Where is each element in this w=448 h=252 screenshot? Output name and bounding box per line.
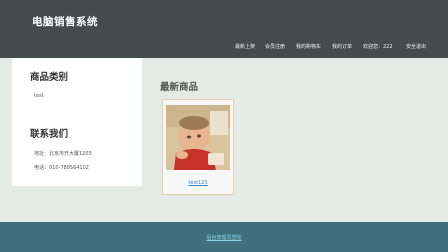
site-header: 电脑销售系统 最新上架 会员注册 我的购物车 我的订单 欢迎您：222 安全退出 [0, 0, 448, 58]
product-image[interactable] [166, 105, 230, 170]
nav-orders[interactable]: 我的订单 [332, 43, 352, 50]
product-card[interactable]: test123 [162, 99, 234, 195]
latest-products-title: 最新商品 [160, 82, 199, 93]
site-footer: 后台管理员登陆 [0, 222, 448, 252]
contact-address: 地址：北京市开大厦1203 [34, 151, 92, 157]
nav-latest[interactable]: 最新上架 [235, 43, 255, 50]
admin-login-link[interactable]: 后台管理员登陆 [0, 234, 448, 241]
categories-heading: 商品类别 [30, 72, 69, 83]
category-item[interactable]: test [34, 93, 44, 99]
nav-logout[interactable]: 安全退出 [406, 43, 426, 50]
site-title: 电脑销售系统 [32, 16, 98, 28]
top-nav: 最新上架 会员注册 我的购物车 我的订单 欢迎您：222 安全退出 [0, 43, 448, 53]
product-name-link[interactable]: test123 [163, 180, 233, 186]
nav-welcome-user[interactable]: 欢迎您：222 [363, 43, 393, 50]
nav-cart[interactable]: 我的购物车 [296, 43, 321, 50]
nav-register[interactable]: 会员注册 [265, 43, 285, 50]
contact-heading: 联系我们 [30, 129, 69, 140]
contact-phone: 电话：010-788564102 [34, 165, 89, 171]
sidebar: 商品类别 test 联系我们 地址：北京市开大厦1203 电话：010-7885… [12, 58, 142, 186]
baby-photo-image [166, 105, 230, 170]
